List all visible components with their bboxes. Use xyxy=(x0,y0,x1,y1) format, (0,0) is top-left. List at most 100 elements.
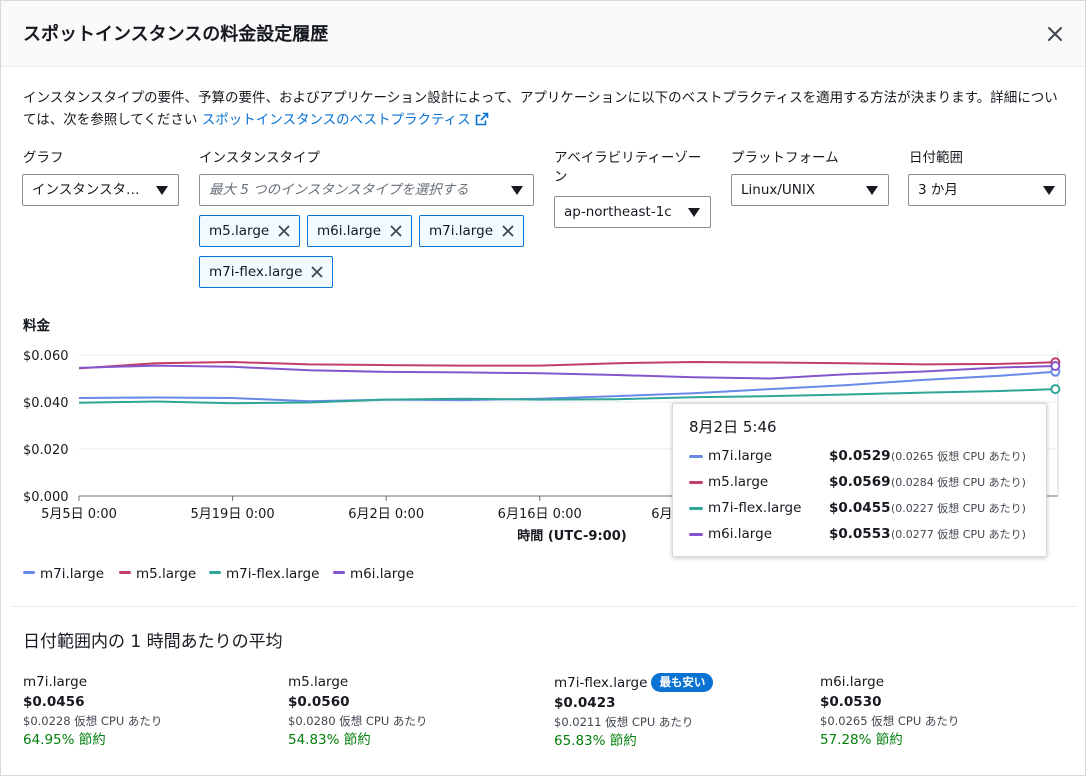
tooltip-cpu: (0.0284 仮想 CPU あたり) xyxy=(891,476,1026,489)
average-savings: 64.95% 節約 xyxy=(23,732,106,748)
x-tick-label: 6月16日 0:00 xyxy=(498,507,582,522)
token-label: m7i-flex.large xyxy=(209,264,303,280)
series-swatch xyxy=(689,481,703,484)
caret-down-icon xyxy=(688,208,700,217)
token-m7i-flex-large: m7i-flex.large xyxy=(199,256,333,288)
legend-label: m7i-flex.large xyxy=(226,566,320,582)
caret-down-icon xyxy=(511,186,523,195)
date-range-select[interactable]: 3 か月 xyxy=(908,174,1066,206)
series-line-m6i-large xyxy=(78,364,1056,380)
modal-title: スポットインスタンスの料金設定履歴 xyxy=(23,24,329,45)
tooltip-price: $0.0529 xyxy=(829,448,891,464)
instance-type-placeholder: 最大 5 つのインスタンスタイプを選択する xyxy=(209,182,469,198)
chart-tooltip: 8月2日 5:46 m7i.large $0.0529 (0.0265 仮想 C… xyxy=(672,403,1047,557)
y-tick-label: $0.040 xyxy=(23,396,69,411)
average-price: $0.0530 xyxy=(820,694,882,710)
tooltip-row: m5.large $0.0569 (0.0284 仮想 CPU あたり) xyxy=(689,472,1034,492)
caret-down-icon xyxy=(1043,186,1055,195)
token-label: m6i.large xyxy=(317,223,381,239)
legend-swatch xyxy=(119,571,131,574)
series-swatch xyxy=(689,533,703,536)
cheapest-badge: 最も安い xyxy=(651,673,714,692)
token-m5-large: m5.large xyxy=(199,215,300,247)
average-cpu-price: $0.0228 仮想 CPU あたり xyxy=(23,714,163,728)
averages-title: 日付範囲内の 1 時間あたりの平均 xyxy=(23,632,283,652)
caret-down-icon xyxy=(156,186,168,195)
legend-swatch xyxy=(23,571,35,574)
series-swatch xyxy=(689,507,703,510)
close-icon xyxy=(1048,27,1062,41)
modal-header: スポットインスタンスの料金設定履歴 xyxy=(1,1,1085,67)
platform-select[interactable]: Linux/UNIX xyxy=(731,174,889,206)
tooltip-price: $0.0455 xyxy=(829,500,891,516)
token-label: m7i.large xyxy=(429,223,493,239)
dismiss-icon[interactable] xyxy=(501,224,515,238)
legend-item-m5-large[interactable]: m5.large xyxy=(119,564,196,584)
token-label: m5.large xyxy=(209,223,270,239)
instance-type-multiselect[interactable]: 最大 5 つのインスタンスタイプを選択する xyxy=(199,174,534,206)
date-range-select-value: 3 か月 xyxy=(918,182,958,198)
chart-title: 料金 xyxy=(23,318,50,334)
series-endpoint-m7i-flex-large xyxy=(1050,384,1061,395)
series-line-m7i-flex-large xyxy=(78,388,1056,405)
dismiss-icon[interactable] xyxy=(389,224,403,238)
description-text: インスタンスタイプの要件、予算の要件、およびアプリケーション設計によって、アプリ… xyxy=(23,90,1058,128)
y-tick-label: $0.000 xyxy=(23,490,69,505)
average-instance-name: m7i-flex.large xyxy=(554,675,648,691)
legend-item-m7i-large[interactable]: m7i.large xyxy=(23,564,104,584)
legend-item-m7i-flex-large[interactable]: m7i-flex.large xyxy=(209,564,319,584)
average-savings: 54.83% 節約 xyxy=(288,732,371,748)
platform-select-value: Linux/UNIX xyxy=(741,182,816,198)
graph-select-value: インスタンスタ… xyxy=(32,182,140,198)
average-instance-name-row: m7i-flex.large 最も安い xyxy=(554,673,794,692)
average-price: $0.0456 xyxy=(23,694,85,710)
tooltip-row: m6i.large $0.0553 (0.0277 仮想 CPU あたり) xyxy=(689,524,1034,544)
graph-select[interactable]: インスタンスタ… xyxy=(22,174,179,206)
legend-swatch xyxy=(209,571,221,574)
legend-swatch xyxy=(333,571,345,574)
graph-label: グラフ xyxy=(23,150,64,166)
x-tick-label: 5月19日 0:00 xyxy=(191,507,275,522)
date-range-label: 日付範囲 xyxy=(909,150,963,166)
average-card-m7i-large: m7i.large $0.0456 $0.0228 仮想 CPU あたり 64.… xyxy=(23,673,263,751)
token-m6i-large: m6i.large xyxy=(307,215,412,247)
average-price: $0.0423 xyxy=(554,695,616,711)
y-tick-label: $0.020 xyxy=(23,443,69,458)
dismiss-icon[interactable] xyxy=(310,265,324,279)
average-card-m5-large: m5.large $0.0560 $0.0280 仮想 CPU あたり 54.8… xyxy=(288,673,528,751)
average-card-m7i-flex-large: m7i-flex.large 最も安い $0.0423 $0.0211 仮想 CP… xyxy=(554,673,794,752)
average-instance-name: m7i.large xyxy=(23,674,87,690)
tooltip-cpu: (0.0265 仮想 CPU あたり) xyxy=(891,450,1026,463)
average-price: $0.0560 xyxy=(288,694,350,710)
average-card-m6i-large: m6i.large $0.0530 $0.0265 仮想 CPU あたり 57.… xyxy=(820,673,1060,751)
average-savings: 57.28% 節約 xyxy=(820,732,903,748)
average-instance-name: m6i.large xyxy=(820,674,884,690)
series-endpoint-m6i-large xyxy=(1050,361,1061,372)
caret-down-icon xyxy=(866,186,878,195)
x-tick-label: 6月2日 0:00 xyxy=(348,507,424,522)
tooltip-price: $0.0569 xyxy=(829,474,891,490)
legend-label: m5.large xyxy=(136,566,197,582)
close-button[interactable] xyxy=(1043,22,1067,46)
platform-label: プラットフォーム xyxy=(731,150,839,166)
instance-type-label: インスタンスタイプ xyxy=(199,150,320,166)
legend-label: m7i.large xyxy=(40,566,104,582)
token-m7i-large: m7i.large xyxy=(419,215,524,247)
legend-item-m6i-large[interactable]: m6i.large xyxy=(333,564,414,584)
series-line-m7i-large xyxy=(78,370,1056,403)
average-cpu-price: $0.0280 仮想 CPU あたり xyxy=(288,714,428,728)
y-tick-label: $0.060 xyxy=(23,349,69,364)
average-cpu-price: $0.0265 仮想 CPU あたり xyxy=(820,714,960,728)
pricing-history-modal: スポットインスタンスの料金設定履歴 インスタンスタイプの要件、予算の要件、および… xyxy=(0,0,1086,776)
az-select[interactable]: ap-northeast-1c xyxy=(554,196,711,228)
section-divider xyxy=(11,606,1077,607)
az-select-value: ap-northeast-1c xyxy=(564,204,672,220)
tooltip-series-name: m5.large xyxy=(708,474,769,490)
dismiss-icon[interactable] xyxy=(277,224,291,238)
x-tick-label: 5月5日 0:00 xyxy=(41,507,117,522)
best-practices-link[interactable]: スポットインスタンスのベストプラクティス xyxy=(202,112,489,128)
series-swatch xyxy=(689,455,703,458)
tooltip-row: m7i-flex.large $0.0455 (0.0227 仮想 CPU あた… xyxy=(689,498,1034,518)
tooltip-row: m7i.large $0.0529 (0.0265 仮想 CPU あたり) xyxy=(689,446,1034,466)
tooltip-series-name: m7i.large xyxy=(708,448,772,464)
